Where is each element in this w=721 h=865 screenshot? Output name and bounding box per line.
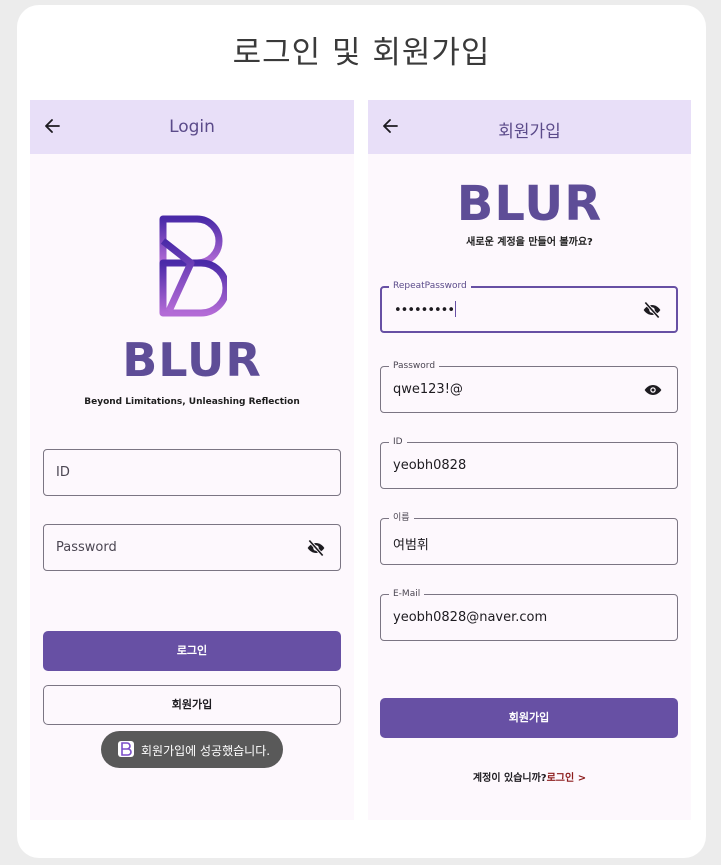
have-account-prompt: 계정이 있습니까?로그인 > [368,769,691,784]
id-field[interactable]: ID yeobh0828 [380,437,678,489]
login-appbar-title: Login [169,117,215,137]
repeat-password-field[interactable]: RepeatPassword ••••••••• [380,281,678,333]
signup-appbar: 회원가입 [368,100,691,154]
blur-logo-icon [159,215,227,317]
login-password-placeholder: Password [56,540,117,555]
name-value: 여범휘 [393,538,429,553]
email-label: E-Mail [389,589,425,600]
email-field[interactable]: E-Mail yeobh0828@naver.com [380,589,678,641]
have-account-question: 계정이 있습니까? [472,773,547,784]
login-button[interactable]: 로그인 [43,631,341,671]
visibility-off-icon[interactable] [306,538,326,558]
login-brand-wordmark: BLUR [122,333,262,387]
name-field[interactable]: 이름 여범휘 [380,513,678,565]
login-id-placeholder: ID [56,465,70,480]
login-brand-tagline: Beyond Limitations, Unleashing Reflectio… [84,397,300,407]
visibility-off-icon[interactable] [642,300,662,320]
page-title: 로그인 및 회원가입 [232,35,491,71]
id-value: yeobh0828 [393,458,467,473]
toast-text: 회원가입에 성공했습니다. [141,744,271,758]
go-signup-button[interactable]: 회원가입 [43,685,341,725]
success-toast: 회원가입에 성공했습니다. [101,731,283,768]
signup-brand-wordmark: BLUR [456,176,603,232]
app-icon [118,741,134,757]
name-label: 이름 [389,513,414,524]
go-login-link[interactable]: 로그인 > [547,773,586,784]
login-password-input[interactable]: Password [43,524,341,571]
signup-screen: 회원가입 BLUR 새로운 계정을 만들어 볼까요? RepeatPasswor… [368,100,691,820]
login-id-input[interactable]: ID [43,449,341,496]
email-value: yeobh0828@naver.com [393,610,548,625]
signup-appbar-title: 회원가입 [498,122,561,142]
repeat-password-value: ••••••••• [394,301,457,318]
visibility-icon[interactable] [643,380,663,400]
password-value: qwe123!@ [393,382,463,397]
password-field[interactable]: Password qwe123!@ [380,361,678,413]
signup-submit-button[interactable]: 회원가입 [380,698,678,738]
login-appbar: Login [30,100,354,154]
main-card: 로그인 및 회원가입 Login BLUR Beyond Limitations… [17,5,706,858]
id-label: ID [389,437,407,448]
repeat-password-label: RepeatPassword [389,281,471,292]
login-screen: Login BLUR Beyond Limitations, Unleashin… [30,100,354,820]
signup-brand-subtitle: 새로운 계정을 만들어 볼까요? [466,237,593,248]
password-label: Password [389,361,440,372]
